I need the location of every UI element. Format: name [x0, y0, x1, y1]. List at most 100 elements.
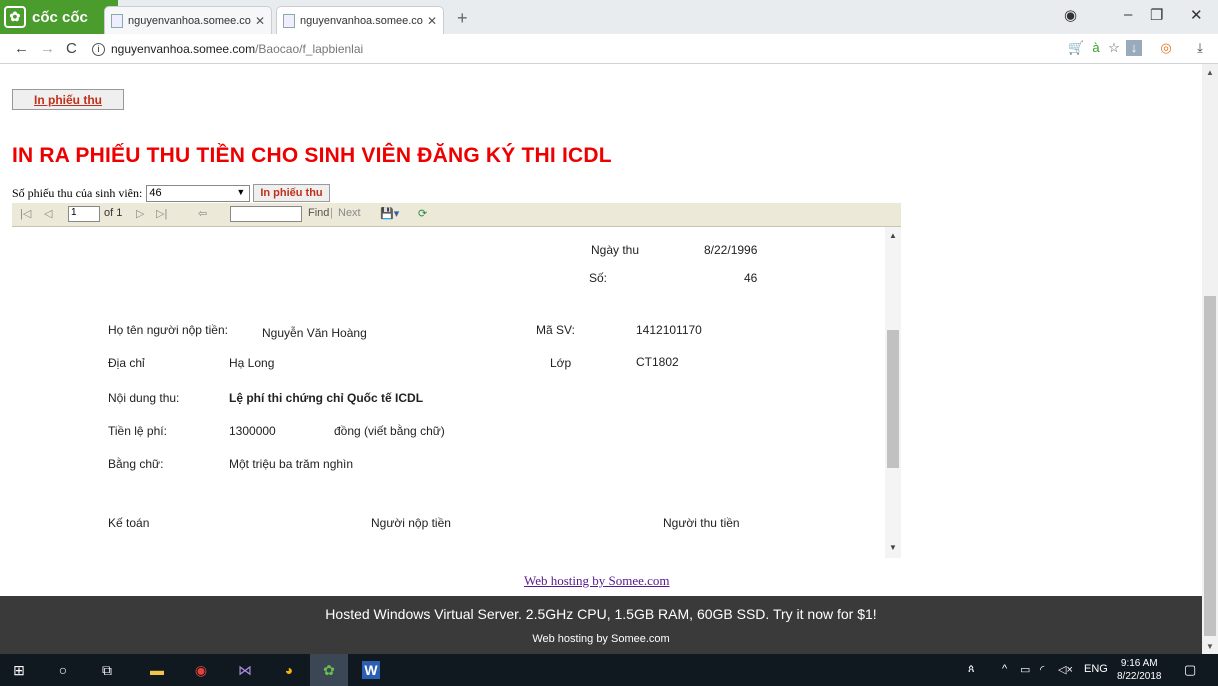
- back-to-parent-icon[interactable]: ⇦: [198, 207, 207, 220]
- cortana-search-icon[interactable]: ○: [54, 661, 72, 679]
- reload-icon[interactable]: C: [66, 40, 77, 57]
- chevron-down-icon: ▼: [236, 186, 246, 197]
- report-scrollbar[interactable]: ▲ ▼: [885, 227, 901, 558]
- receipt-selector-row: Số phiếu thu của sinh viên: 46 ▼ In phiế…: [12, 184, 330, 202]
- page-favicon-icon: [283, 13, 295, 28]
- profile-icon[interactable]: ◉: [1064, 6, 1077, 24]
- accent-extension-icon[interactable]: à: [1088, 40, 1104, 56]
- export-icon[interactable]: 💾▾: [380, 207, 399, 220]
- toolbar-separator: |: [330, 207, 333, 219]
- accountant-signature-label: Kế toán: [108, 516, 150, 530]
- file-explorer-icon[interactable]: ▬: [148, 661, 166, 679]
- input-language[interactable]: ENG: [1084, 663, 1108, 675]
- find-link[interactable]: Find: [308, 207, 329, 219]
- extension-icon[interactable]: ◎: [1158, 40, 1174, 56]
- wifi-icon[interactable]: ◜: [1040, 663, 1044, 676]
- fee-label: Tiền lệ phí:: [108, 424, 167, 438]
- hosting-banner[interactable]: Hosted Windows Virtual Server. 2.5GHz CP…: [0, 596, 1202, 654]
- receipt-number-label: Số phiếu thu của sinh viên:: [12, 185, 143, 200]
- print-receipt-button[interactable]: In phiếu thu: [253, 184, 330, 202]
- payer-signature-label: Người nộp tiền: [371, 516, 451, 530]
- find-text-input[interactable]: [230, 206, 302, 222]
- tab-1[interactable]: nguyenvanhoa.somee.com ✕: [104, 6, 272, 34]
- url-field[interactable]: i nguyenvanhoa.somee.com/Baocao/f_lapbie…: [92, 39, 1062, 59]
- windows-start-icon[interactable]: ⊞: [10, 661, 28, 679]
- date-label: Ngày thu: [591, 243, 640, 257]
- previous-page-icon[interactable]: ◁: [44, 207, 52, 220]
- somee-hosting-link[interactable]: Web hosting by Somee.com: [524, 573, 670, 589]
- people-icon[interactable]: ጰ: [968, 663, 975, 676]
- visual-studio-icon[interactable]: ⋈: [236, 661, 254, 679]
- close-window-icon[interactable]: ✕: [1190, 6, 1203, 24]
- last-page-icon[interactable]: ▷|: [156, 207, 167, 220]
- url-host: nguyenvanhoa.somee.com: [111, 42, 256, 56]
- page-favicon-icon: [111, 13, 123, 28]
- receipt-number-value: 46: [149, 187, 162, 199]
- page-scrollbar[interactable]: ▲ ▼: [1202, 64, 1218, 654]
- restore-icon[interactable]: ❐: [1150, 6, 1163, 24]
- close-tab-icon[interactable]: ✕: [427, 14, 437, 28]
- shopping-cart-icon[interactable]: 🛒: [1068, 40, 1084, 56]
- next-page-icon[interactable]: ▷: [136, 207, 144, 220]
- page-scrollbar-thumb[interactable]: [1204, 296, 1216, 636]
- coccoc-logo[interactable]: ✿ cốc cốc: [0, 0, 118, 34]
- notifications-icon[interactable]: ▢: [1184, 662, 1196, 678]
- payer-value: Nguyễn Văn Hoàng: [262, 326, 367, 340]
- first-page-icon[interactable]: |◁: [20, 207, 31, 220]
- system-clock[interactable]: 9:16 AM 8/22/2018: [1117, 657, 1162, 683]
- address-label: Địa chỉ: [108, 356, 145, 370]
- bookmark-star-icon[interactable]: ☆: [1106, 40, 1122, 56]
- minimize-icon[interactable]: –: [1124, 6, 1132, 23]
- coccoc-taskbar-icon[interactable]: ✿: [310, 654, 348, 686]
- word-icon[interactable]: W: [362, 661, 380, 679]
- payer-label: Họ tên người nộp tiền:: [108, 323, 228, 337]
- address-value: Hạ Long: [229, 356, 275, 370]
- clock-date: 8/22/2018: [1117, 671, 1162, 682]
- forward-icon[interactable]: →: [40, 40, 55, 57]
- receipt-number-value: 46: [744, 271, 758, 285]
- page-title: IN RA PHIẾU THU TIỀN CHO SINH VIÊN ĐĂNG …: [12, 144, 612, 167]
- vivaldi-icon[interactable]: ◉: [192, 661, 210, 679]
- download-extension-icon[interactable]: ↓: [1126, 40, 1142, 56]
- scroll-down-icon[interactable]: ▼: [1206, 642, 1214, 651]
- downloads-icon[interactable]: ⤓: [1192, 40, 1208, 56]
- banner-headline[interactable]: Hosted Windows Virtual Server. 2.5GHz CP…: [0, 606, 1202, 622]
- site-info-icon[interactable]: i: [92, 42, 105, 56]
- tab-2[interactable]: nguyenvanhoa.somee.com ✕: [276, 6, 444, 34]
- print-receipt-top-button[interactable]: In phiếu thu: [12, 89, 124, 110]
- find-next-link[interactable]: Next: [338, 207, 361, 219]
- tab-title: nguyenvanhoa.somee.com: [300, 14, 423, 27]
- report-scrollbar-thumb[interactable]: [887, 330, 899, 468]
- banner-subline[interactable]: Web hosting by Somee.com: [0, 633, 1202, 645]
- browser-logo-text: cốc cốc: [32, 8, 88, 26]
- amount-in-words-value: Một triệu ba trăm nghìn: [229, 457, 354, 471]
- address-bar: ← → C i nguyenvanhoa.somee.com/Baocao/f_…: [0, 34, 1218, 64]
- date-value: 8/22/1996: [704, 243, 758, 257]
- close-tab-icon[interactable]: ✕: [255, 14, 265, 28]
- chrome-icon[interactable]: ◕: [280, 661, 298, 679]
- url-path: /Baocao/f_lapbienlai: [255, 42, 364, 56]
- coccoc-logo-icon: ✿: [4, 6, 26, 28]
- report-body: Ngày thu 8/22/1996 Số: 46 Họ tên người n…: [12, 227, 901, 558]
- scroll-up-icon[interactable]: ▲: [1206, 68, 1214, 77]
- browser-tab-bar: ✿ cốc cốc nguyenvanhoa.somee.com ✕ nguye…: [0, 0, 1218, 34]
- student-id-value: 1412101170: [636, 323, 702, 337]
- page-number-input[interactable]: 1: [68, 206, 100, 222]
- clock-time: 9:16 AM: [1120, 658, 1158, 669]
- windows-taskbar: ⊞ ○ ⧉ ▬ ◉ ⋈ ◕ ✿ W ጰ ^ ▭ ◜ ◁× ENG 9:16 AM…: [0, 654, 1218, 686]
- report-viewer-toolbar: |◁ ◁ 1 of 1 ▷ ▷| ⇦ Find | Next 💾▾ ⟳: [12, 203, 901, 227]
- scroll-down-icon[interactable]: ▼: [889, 543, 897, 552]
- receipt-number-label: Số:: [589, 271, 608, 285]
- page-count-label: of 1: [104, 207, 123, 219]
- tab-title: nguyenvanhoa.somee.com: [128, 14, 251, 27]
- task-view-icon[interactable]: ⧉: [98, 661, 116, 679]
- volume-muted-icon[interactable]: ◁×: [1058, 663, 1073, 676]
- student-id-label: Mã SV:: [536, 323, 575, 337]
- back-icon[interactable]: ←: [14, 40, 29, 57]
- refresh-icon[interactable]: ⟳: [418, 207, 427, 220]
- new-tab-icon[interactable]: +: [457, 8, 468, 29]
- battery-icon[interactable]: ▭: [1020, 663, 1030, 676]
- receipt-number-select[interactable]: 46 ▼: [146, 184, 251, 202]
- scroll-up-icon[interactable]: ▲: [889, 231, 897, 240]
- chevron-up-icon[interactable]: ^: [1002, 663, 1007, 675]
